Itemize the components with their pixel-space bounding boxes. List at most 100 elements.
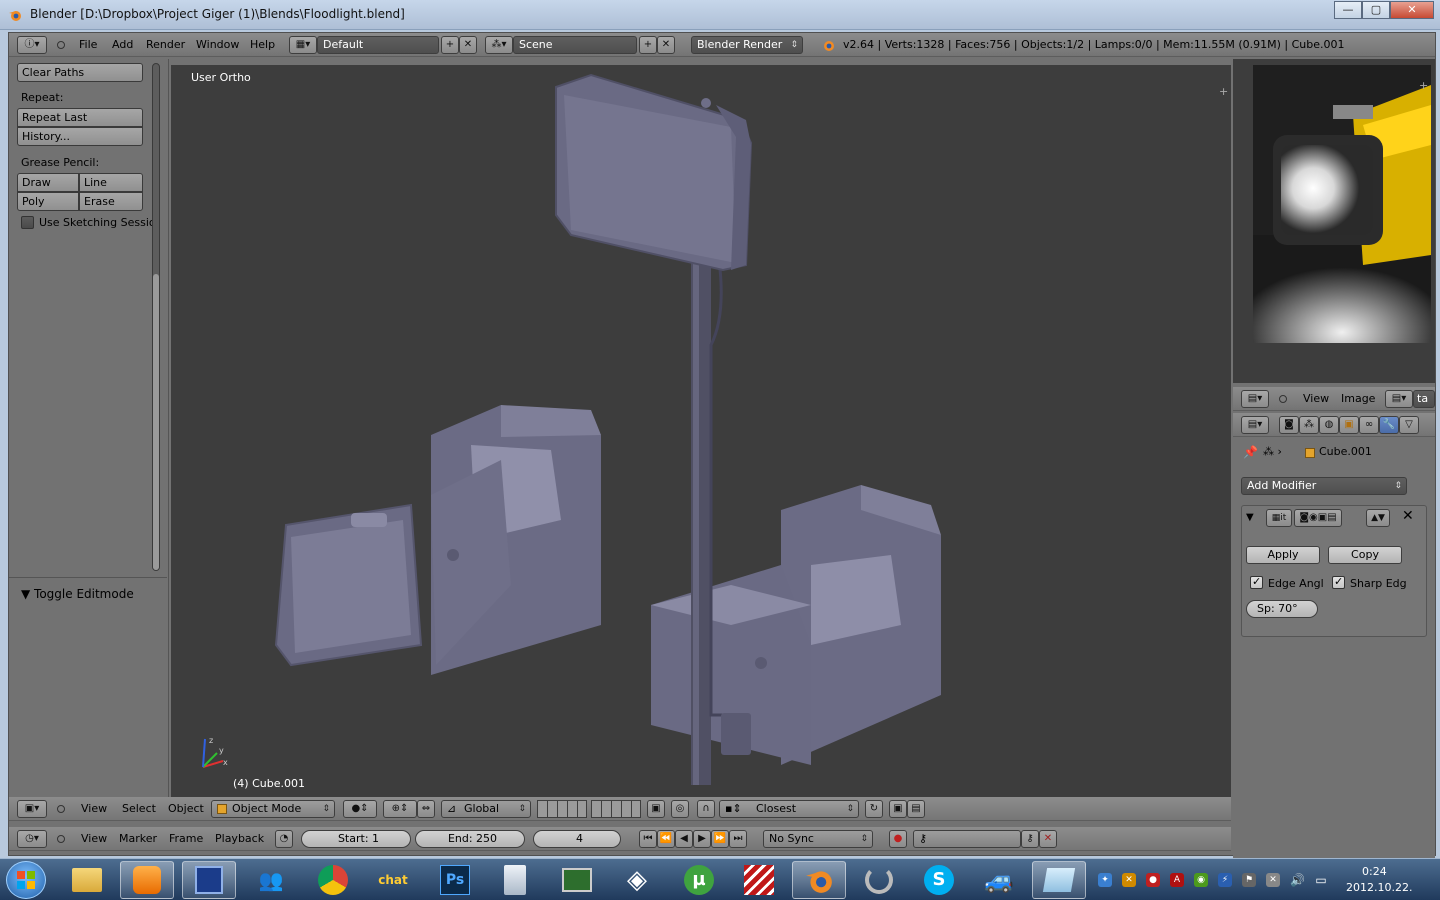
split-angle-field[interactable]: Sp: 70° bbox=[1246, 600, 1318, 618]
close-button[interactable]: ✕ bbox=[1390, 1, 1434, 19]
image-editor-corner-plus[interactable]: + bbox=[1419, 79, 1428, 92]
messenger-taskbar-icon[interactable]: 👥 bbox=[244, 861, 298, 899]
lock-layers-icon[interactable]: ▣ bbox=[647, 800, 665, 818]
clock-time[interactable]: 0:24 bbox=[1362, 865, 1387, 878]
notes-app-taskbar-icon[interactable] bbox=[1032, 861, 1086, 899]
menu-view[interactable]: View bbox=[81, 832, 107, 845]
jump-keyframe-forward-icon[interactable]: ⏩ bbox=[711, 830, 729, 848]
use-sketching-checkbox[interactable] bbox=[21, 216, 34, 229]
history-button[interactable]: History... bbox=[17, 127, 143, 146]
timeline-editor-type-icon[interactable]: ◷▾ bbox=[17, 830, 47, 848]
3d-viewport[interactable]: User Ortho + z y x (4) Cube.001 bbox=[171, 65, 1231, 797]
image-editor[interactable]: + bbox=[1233, 59, 1435, 383]
collapse-arrow-icon[interactable]: ▼ bbox=[1246, 512, 1254, 523]
menu-marker[interactable]: Marker bbox=[119, 832, 157, 845]
layer-buttons-1[interactable] bbox=[537, 800, 587, 818]
delete-layout-icon[interactable]: ✕ bbox=[459, 36, 477, 54]
render-tab-icon[interactable]: ◙ bbox=[1279, 416, 1299, 434]
apply-button[interactable]: Apply bbox=[1246, 546, 1320, 564]
modifier-visibility-icons[interactable]: ◙◉▣▤ bbox=[1294, 509, 1342, 527]
circle-app-taskbar-icon[interactable] bbox=[852, 861, 906, 899]
maximize-button[interactable]: ▢ bbox=[1362, 1, 1390, 19]
chat-taskbar-icon[interactable]: chat bbox=[366, 861, 420, 899]
calculator-taskbar-icon[interactable] bbox=[488, 861, 542, 899]
explorer-taskbar-icon[interactable] bbox=[60, 861, 114, 899]
line-button[interactable]: Line bbox=[79, 173, 143, 192]
render-engine-select[interactable]: Blender Render ⇕ bbox=[691, 36, 803, 54]
pivot-icon[interactable]: ⊕⇕ bbox=[383, 800, 417, 818]
scene-field[interactable]: Scene bbox=[513, 36, 637, 54]
menu-window[interactable]: Window bbox=[196, 38, 239, 51]
minimize-button[interactable]: — bbox=[1334, 1, 1362, 19]
photoshop-taskbar-icon[interactable]: Ps bbox=[428, 861, 482, 899]
keying-set-field[interactable]: ⚷ bbox=[913, 830, 1021, 848]
jump-end-icon[interactable]: ⏭ bbox=[729, 830, 747, 848]
sync-select[interactable]: No Sync ⇕ bbox=[763, 830, 873, 848]
manipulator-icon[interactable]: ⇔ bbox=[417, 800, 435, 818]
edge-angle-checkbox[interactable] bbox=[1250, 575, 1263, 589]
tray-icon-red[interactable]: ● bbox=[1146, 873, 1160, 887]
menu-image[interactable]: Image bbox=[1341, 392, 1375, 405]
add-modifier-select[interactable]: Add Modifier ⇕ bbox=[1241, 477, 1407, 495]
display-tray-icon[interactable]: ▭ bbox=[1314, 873, 1328, 887]
snap-rotation-icon[interactable]: ↻ bbox=[865, 800, 883, 818]
header-collapse-dot[interactable] bbox=[57, 835, 65, 843]
start-frame-field[interactable]: Start: 1 bbox=[301, 830, 411, 848]
unity-taskbar-icon[interactable]: ◈ bbox=[610, 861, 664, 899]
clear-paths-button[interactable]: Clear Paths bbox=[17, 63, 143, 82]
orientation-select[interactable]: ⊿ Global ⇕ bbox=[441, 800, 531, 818]
action-center-tray-icon[interactable]: ⚑ bbox=[1242, 873, 1256, 887]
mode-select[interactable]: Object Mode ⇕ bbox=[211, 800, 335, 818]
jump-start-icon[interactable]: ⏮ bbox=[639, 830, 657, 848]
header-collapse-dot[interactable] bbox=[1279, 395, 1287, 403]
utorrent-taskbar-icon[interactable]: µ bbox=[672, 861, 726, 899]
monitor-taskbar-icon[interactable] bbox=[550, 861, 604, 899]
record-icon[interactable]: ● bbox=[889, 830, 907, 848]
dropbox-tray-icon[interactable]: ✦ bbox=[1098, 873, 1112, 887]
menu-file[interactable]: File bbox=[79, 38, 97, 51]
repeat-last-button[interactable]: Repeat Last bbox=[17, 108, 143, 127]
scene-icon[interactable]: ⁂▾ bbox=[485, 36, 513, 54]
world-tab-icon[interactable]: ◍ bbox=[1319, 416, 1339, 434]
media-player-taskbar-icon[interactable] bbox=[120, 861, 174, 899]
play-icon[interactable]: ▶ bbox=[693, 830, 711, 848]
jump-keyframe-back-icon[interactable]: ⏪ bbox=[657, 830, 675, 848]
network-tray-icon[interactable]: ✕ bbox=[1266, 873, 1280, 887]
pin-icon[interactable]: 📌 bbox=[1243, 445, 1258, 459]
viewport-editor-type-icon[interactable]: ▣▾ bbox=[17, 800, 47, 818]
header-collapse-dot[interactable] bbox=[57, 805, 65, 813]
browse-image-icon[interactable]: ▤▾ bbox=[1385, 390, 1413, 408]
menu-add[interactable]: Add bbox=[112, 38, 133, 51]
adobe-tray-icon[interactable]: A bbox=[1170, 873, 1184, 887]
menu-view[interactable]: View bbox=[1303, 392, 1329, 405]
data-tab-icon[interactable]: ▽ bbox=[1399, 416, 1419, 434]
play-reverse-icon[interactable]: ◀ bbox=[675, 830, 693, 848]
poly-button[interactable]: Poly bbox=[17, 192, 79, 211]
save-taskbar-icon[interactable] bbox=[182, 861, 236, 899]
clock-date[interactable]: 2012.10.22. bbox=[1346, 881, 1412, 894]
sharp-edges-checkbox[interactable] bbox=[1332, 575, 1345, 589]
move-modifier-icon[interactable]: ▲▼ bbox=[1366, 509, 1390, 527]
menu-playback[interactable]: Playback bbox=[215, 832, 264, 845]
start-button[interactable] bbox=[6, 861, 46, 899]
menu-view[interactable]: View bbox=[81, 802, 107, 815]
image-name-field[interactable]: ta bbox=[1413, 390, 1435, 408]
car-app-taskbar-icon[interactable]: 🚙 bbox=[972, 861, 1026, 899]
tool-shelf-scrollbar[interactable] bbox=[152, 63, 160, 571]
header-collapse-dot[interactable] bbox=[57, 41, 65, 49]
properties-editor-type-icon[interactable]: ▤▾ bbox=[1241, 416, 1269, 434]
tray-icon-bolt[interactable]: ⚡ bbox=[1218, 873, 1232, 887]
delete-keyframe-icon[interactable]: ✕ bbox=[1039, 830, 1057, 848]
menu-render[interactable]: Render bbox=[146, 38, 185, 51]
menu-frame[interactable]: Frame bbox=[169, 832, 203, 845]
volume-tray-icon[interactable]: 🔊 bbox=[1290, 873, 1305, 887]
remove-modifier-icon[interactable]: ✕ bbox=[1402, 508, 1414, 524]
layout-field[interactable]: Default bbox=[317, 36, 439, 54]
shading-icon[interactable]: ●⇕ bbox=[343, 800, 377, 818]
toggle-editmode-panel[interactable]: ▼ Toggle Editmode bbox=[21, 587, 134, 601]
insert-keyframe-icon[interactable]: ⚷ bbox=[1021, 830, 1039, 848]
erase-button[interactable]: Erase bbox=[79, 192, 143, 211]
copy-button[interactable]: Copy bbox=[1328, 546, 1402, 564]
end-frame-field[interactable]: End: 250 bbox=[415, 830, 525, 848]
stripes-app-taskbar-icon[interactable] bbox=[732, 861, 786, 899]
